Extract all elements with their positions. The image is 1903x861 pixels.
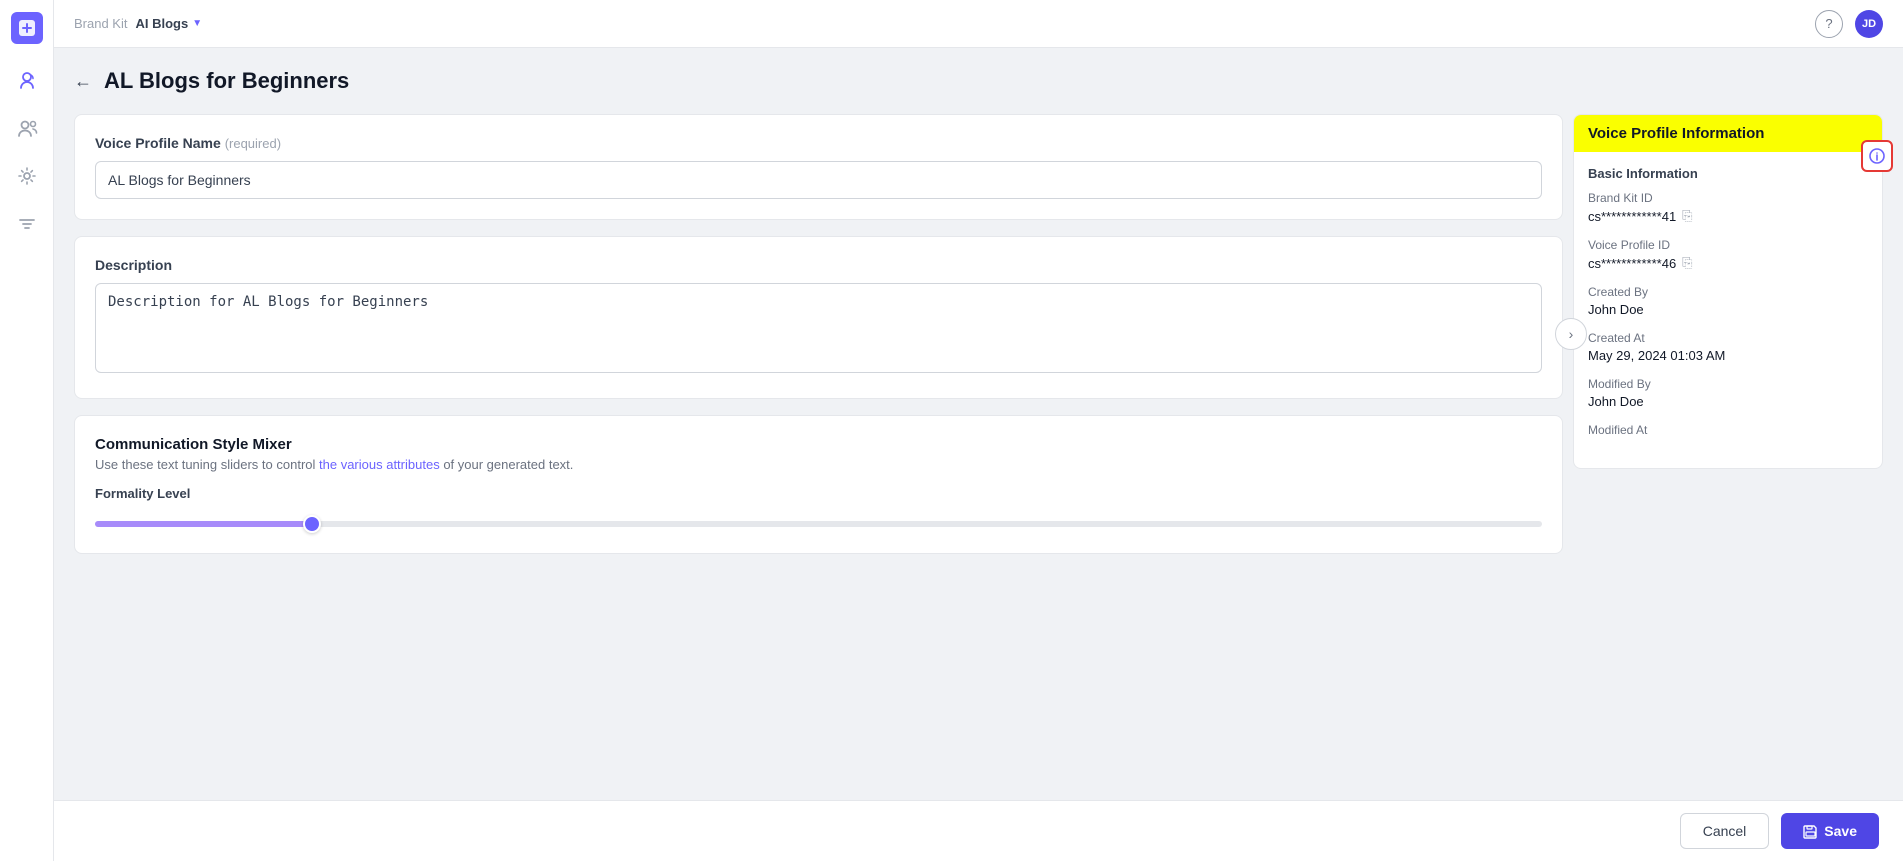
sidebar-item-settings[interactable]: [7, 156, 47, 196]
breadcrumb-parent: Brand Kit: [74, 16, 127, 31]
description-label: Description: [95, 257, 1542, 273]
voice-profile-name-input[interactable]: [95, 161, 1542, 199]
modified-by-field: Modified By John Doe: [1588, 377, 1868, 409]
slider-container[interactable]: [95, 511, 1542, 533]
top-nav-right: ? JD: [1815, 10, 1883, 38]
info-panel-header: Voice Profile Information: [1574, 115, 1882, 152]
created-at-field: Created At May 29, 2024 01:03 AM: [1588, 331, 1868, 363]
sidebar-item-voice[interactable]: [7, 60, 47, 100]
style-section-title: Communication Style Mixer: [95, 436, 1542, 453]
save-button[interactable]: Save: [1781, 813, 1879, 849]
info-panel-body: Basic Information Brand Kit ID cs*******…: [1574, 152, 1882, 468]
required-label: (required): [225, 136, 281, 151]
voice-profile-id-label: Voice Profile ID: [1588, 238, 1868, 252]
created-at-value: May 29, 2024 01:03 AM: [1588, 348, 1868, 363]
slider-label: Formality Level: [95, 486, 1542, 501]
sidebar-item-filter[interactable]: [7, 204, 47, 244]
slider-thumb[interactable]: [303, 515, 321, 533]
style-section: Communication Style Mixer Use these text…: [74, 415, 1563, 554]
created-by-value: John Doe: [1588, 302, 1868, 317]
slider-fill: [95, 521, 312, 527]
modified-at-label: Modified At: [1588, 423, 1868, 437]
created-at-label: Created At: [1588, 331, 1868, 345]
breadcrumb-current[interactable]: AI Blogs ▼: [135, 16, 202, 31]
save-icon: [1803, 824, 1818, 839]
info-panel-title: Voice Profile Information: [1588, 125, 1868, 142]
modified-by-label: Modified By: [1588, 377, 1868, 391]
info-panel: Voice Profile Information Basic Informat…: [1573, 114, 1883, 469]
main-wrapper: Brand Kit AI Blogs ▼ ? JD ← AL Blogs for…: [54, 0, 1903, 861]
name-label: Voice Profile Name (required): [95, 135, 1542, 151]
sidebar-item-team[interactable]: [7, 108, 47, 148]
page-content: ← AL Blogs for Beginners Voice Profile N…: [54, 48, 1903, 861]
modified-at-field: Modified At: [1588, 423, 1868, 440]
chevron-down-icon: ▼: [192, 18, 202, 29]
sidebar: [0, 0, 54, 861]
avatar: JD: [1855, 10, 1883, 38]
footer-bar: Cancel Save: [54, 800, 1903, 861]
created-by-field: Created By John Doe: [1588, 285, 1868, 317]
help-button[interactable]: ?: [1815, 10, 1843, 38]
voice-profile-id-field: Voice Profile ID cs************46 ⎘: [1588, 238, 1868, 271]
style-section-subtitle: Use these text tuning sliders to control…: [95, 457, 1542, 472]
page-title: AL Blogs for Beginners: [104, 68, 349, 94]
slider-track: [95, 521, 1542, 527]
top-nav: Brand Kit AI Blogs ▼ ? JD: [54, 0, 1903, 48]
copy-brand-kit-id-button[interactable]: ⎘: [1682, 208, 1692, 224]
description-section: Description Description for AL Blogs for…: [74, 236, 1563, 399]
info-icon-button[interactable]: [1861, 140, 1893, 172]
copy-voice-profile-id-button[interactable]: ⎘: [1682, 255, 1692, 271]
sidebar-logo: [11, 12, 43, 44]
brand-kit-id-value: cs************41 ⎘: [1588, 208, 1868, 224]
brand-kit-id-field: Brand Kit ID cs************41 ⎘: [1588, 191, 1868, 224]
content-area: Voice Profile Name (required) Descriptio…: [74, 114, 1883, 554]
created-by-label: Created By: [1588, 285, 1868, 299]
expand-panel-button[interactable]: ›: [1555, 318, 1587, 350]
modified-by-value: John Doe: [1588, 394, 1868, 409]
voice-profile-id-value: cs************46 ⎘: [1588, 255, 1868, 271]
back-button[interactable]: ←: [74, 72, 92, 90]
name-section: Voice Profile Name (required): [74, 114, 1563, 220]
breadcrumb: Brand Kit AI Blogs ▼: [74, 16, 202, 31]
cancel-button[interactable]: Cancel: [1680, 813, 1770, 849]
brand-kit-id-label: Brand Kit ID: [1588, 191, 1868, 205]
page-header: ← AL Blogs for Beginners: [74, 68, 1883, 94]
description-input[interactable]: Description for AL Blogs for Beginners: [95, 283, 1542, 373]
basic-info-title: Basic Information: [1588, 166, 1868, 181]
